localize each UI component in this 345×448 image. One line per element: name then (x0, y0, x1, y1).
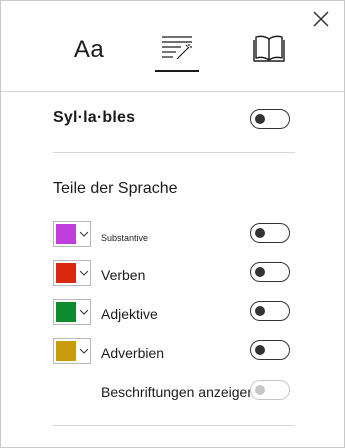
grammar-options-panel: Aa Syl·la·bles Teile der Sprache Substan… (0, 0, 345, 448)
verben-toggle[interactable] (250, 262, 290, 282)
substantive-color-picker[interactable] (53, 221, 91, 247)
tab-reading-preferences[interactable] (247, 29, 291, 71)
adverbien-color-picker[interactable] (53, 338, 91, 364)
chevron-down-icon (79, 231, 89, 237)
adjektive-color-picker[interactable] (53, 299, 91, 325)
syllables-toggle[interactable] (250, 109, 290, 129)
tabs-divider (1, 91, 344, 92)
section-divider (53, 152, 295, 153)
book-icon (252, 33, 286, 68)
text-options-icon: Aa (73, 36, 105, 63)
adverbien-toggle[interactable] (250, 340, 290, 360)
bottom-divider (53, 425, 295, 426)
close-icon[interactable] (311, 9, 331, 29)
show-labels-label: Beschriftungen anzeigen (101, 384, 256, 400)
adjektive-label: Adjektive (101, 306, 158, 322)
toggle-knob (255, 114, 265, 124)
syllables-label: Syl·la·bles (53, 109, 136, 126)
chevron-down-icon (79, 270, 89, 276)
show-labels-toggle[interactable] (250, 380, 290, 400)
parts-of-speech-title: Teile der Sprache (53, 180, 178, 197)
toggle-knob (255, 228, 265, 238)
verben-color-picker[interactable] (53, 260, 91, 286)
verben-label: Verben (101, 267, 146, 283)
color-swatch (56, 302, 76, 322)
toggle-knob (255, 345, 265, 355)
toggle-knob (255, 306, 265, 316)
tab-text-options[interactable]: Aa (63, 29, 115, 71)
color-swatch (56, 224, 76, 244)
tab-grammar-options[interactable] (155, 29, 199, 72)
substantive-toggle[interactable] (250, 223, 290, 243)
options-tabs: Aa (1, 29, 344, 73)
chevron-down-icon (79, 309, 89, 315)
toggle-knob (255, 267, 265, 277)
adverbien-label: Adverbien (101, 345, 165, 361)
color-swatch (56, 263, 76, 283)
chevron-down-icon (79, 348, 89, 354)
substantive-label: Substantive (101, 233, 149, 243)
grammar-options-icon (159, 33, 195, 68)
adjektive-toggle[interactable] (250, 301, 290, 321)
color-swatch (56, 341, 76, 361)
toggle-knob (255, 385, 265, 395)
